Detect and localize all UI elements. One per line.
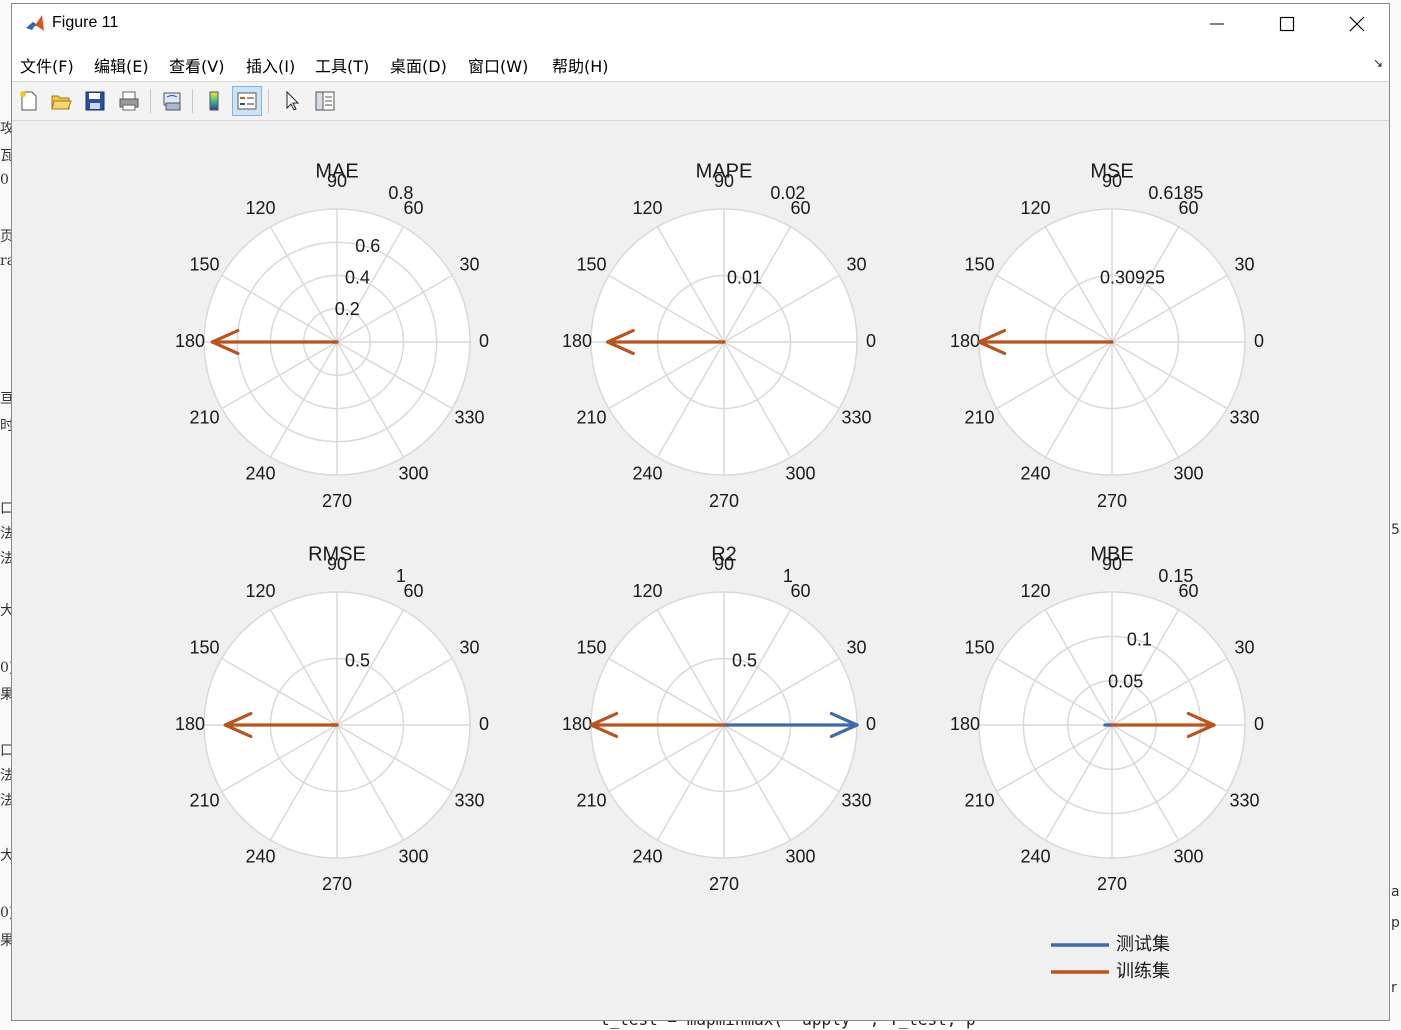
angle-tick-label: 150 [576, 254, 606, 274]
radial-tick-label: 0.1 [1127, 629, 1152, 649]
angle-tick-label: 0 [866, 714, 876, 734]
angle-tick-label: 30 [1234, 637, 1254, 657]
radial-tick-label: 0.5 [345, 651, 370, 671]
angle-tick-label: 270 [709, 491, 739, 511]
angle-tick-label: 270 [322, 491, 352, 511]
angle-tick-label: 30 [459, 637, 479, 657]
legend: 测试集训练集 [1051, 934, 1170, 982]
plot-title: R2 [711, 543, 737, 565]
plot-title: MAE [315, 160, 358, 182]
radial-tick-label: 1 [396, 566, 406, 586]
radial-tick-label: 0.5 [732, 651, 757, 671]
angle-tick-label: 300 [1173, 846, 1203, 866]
angle-tick-label: 0 [1254, 714, 1264, 734]
figure-canvas: 03060901201501802102402703003300.20.40.6… [175, 160, 1264, 982]
radial-tick-label: 1 [783, 566, 793, 586]
angle-tick-label: 330 [454, 407, 484, 427]
angle-tick-label: 330 [1229, 407, 1259, 427]
angle-tick-label: 120 [1020, 198, 1050, 218]
angle-tick-label: 180 [562, 714, 592, 734]
angle-tick-label: 150 [189, 254, 219, 274]
angle-tick-label: 210 [964, 407, 994, 427]
angle-tick-label: 240 [1020, 846, 1050, 866]
angle-tick-label: 30 [1234, 254, 1254, 274]
angle-tick-label: 0 [1254, 331, 1264, 351]
angle-tick-label: 0 [866, 331, 876, 351]
angle-tick-label: 270 [1097, 874, 1127, 894]
angle-tick-label: 240 [632, 846, 662, 866]
angle-tick-label: 180 [175, 331, 205, 351]
angle-tick-label: 210 [189, 790, 219, 810]
angle-tick-label: 120 [245, 581, 275, 601]
angle-tick-label: 30 [459, 254, 479, 274]
angle-tick-label: 240 [245, 463, 275, 483]
radial-tick-label: 0.2 [335, 299, 360, 319]
angle-tick-label: 30 [846, 254, 866, 274]
legend-label: 测试集 [1116, 934, 1170, 955]
angle-tick-label: 270 [322, 874, 352, 894]
angle-tick-label: 120 [1020, 581, 1050, 601]
angle-tick-label: 270 [1097, 491, 1127, 511]
angle-tick-label: 330 [454, 790, 484, 810]
angle-tick-label: 300 [785, 463, 815, 483]
angle-tick-label: 180 [175, 714, 205, 734]
compass-plot-r2: 03060901201501802102402703003300.51R2 [562, 543, 876, 893]
angle-tick-label: 150 [576, 637, 606, 657]
angle-tick-label: 150 [964, 254, 994, 274]
radial-tick-label: 0.6185 [1148, 183, 1203, 203]
radial-tick-label: 0.8 [388, 183, 413, 203]
angle-tick-label: 60 [403, 581, 423, 601]
compass-plot-mse: 03060901201501802102402703003300.309250.… [950, 160, 1264, 510]
angle-tick-label: 180 [562, 331, 592, 351]
angle-tick-label: 330 [841, 407, 871, 427]
legend-label: 训练集 [1116, 961, 1170, 982]
compass-plot-mae: 03060901201501802102402703003300.20.40.6… [175, 160, 489, 510]
angle-tick-label: 330 [1229, 790, 1259, 810]
angle-tick-label: 60 [790, 581, 810, 601]
plot-title: RMSE [308, 543, 366, 565]
angle-tick-label: 240 [1020, 463, 1050, 483]
angle-tick-label: 0 [479, 714, 489, 734]
angle-tick-label: 300 [1173, 463, 1203, 483]
angle-tick-label: 150 [964, 637, 994, 657]
radial-tick-label: 0.6 [355, 236, 380, 256]
angle-tick-label: 180 [950, 714, 980, 734]
angle-tick-label: 150 [189, 637, 219, 657]
angle-tick-label: 300 [398, 846, 428, 866]
angle-tick-label: 330 [841, 790, 871, 810]
radial-tick-label: 0.30925 [1100, 268, 1165, 288]
radial-tick-label: 0.05 [1108, 672, 1143, 692]
angle-tick-label: 120 [632, 581, 662, 601]
plot-title: MAPE [696, 160, 753, 182]
angle-tick-label: 300 [398, 463, 428, 483]
plot-title: MSE [1090, 160, 1133, 182]
angle-tick-label: 0 [479, 331, 489, 351]
angle-tick-label: 120 [245, 198, 275, 218]
radial-tick-label: 0.01 [727, 268, 762, 288]
angle-tick-label: 210 [576, 407, 606, 427]
plot-title: MBE [1090, 543, 1133, 565]
angle-tick-label: 240 [245, 846, 275, 866]
compass-plot-mape: 03060901201501802102402703003300.010.02M… [562, 160, 876, 510]
radial-tick-label: 0.4 [345, 268, 370, 288]
radial-tick-label: 0.15 [1158, 566, 1193, 586]
angle-tick-label: 210 [189, 407, 219, 427]
angle-tick-label: 180 [950, 331, 980, 351]
compass-plot-mbe: 03060901201501802102402703003300.050.10.… [950, 543, 1264, 893]
compass-plot-rmse: 03060901201501802102402703003300.51RMSE [175, 543, 489, 893]
angle-tick-label: 210 [576, 790, 606, 810]
radial-tick-label: 0.02 [770, 183, 805, 203]
angle-tick-label: 30 [846, 637, 866, 657]
angle-tick-label: 210 [964, 790, 994, 810]
angle-tick-label: 240 [632, 463, 662, 483]
angle-tick-label: 300 [785, 846, 815, 866]
angle-tick-label: 270 [709, 874, 739, 894]
angle-tick-label: 120 [632, 198, 662, 218]
